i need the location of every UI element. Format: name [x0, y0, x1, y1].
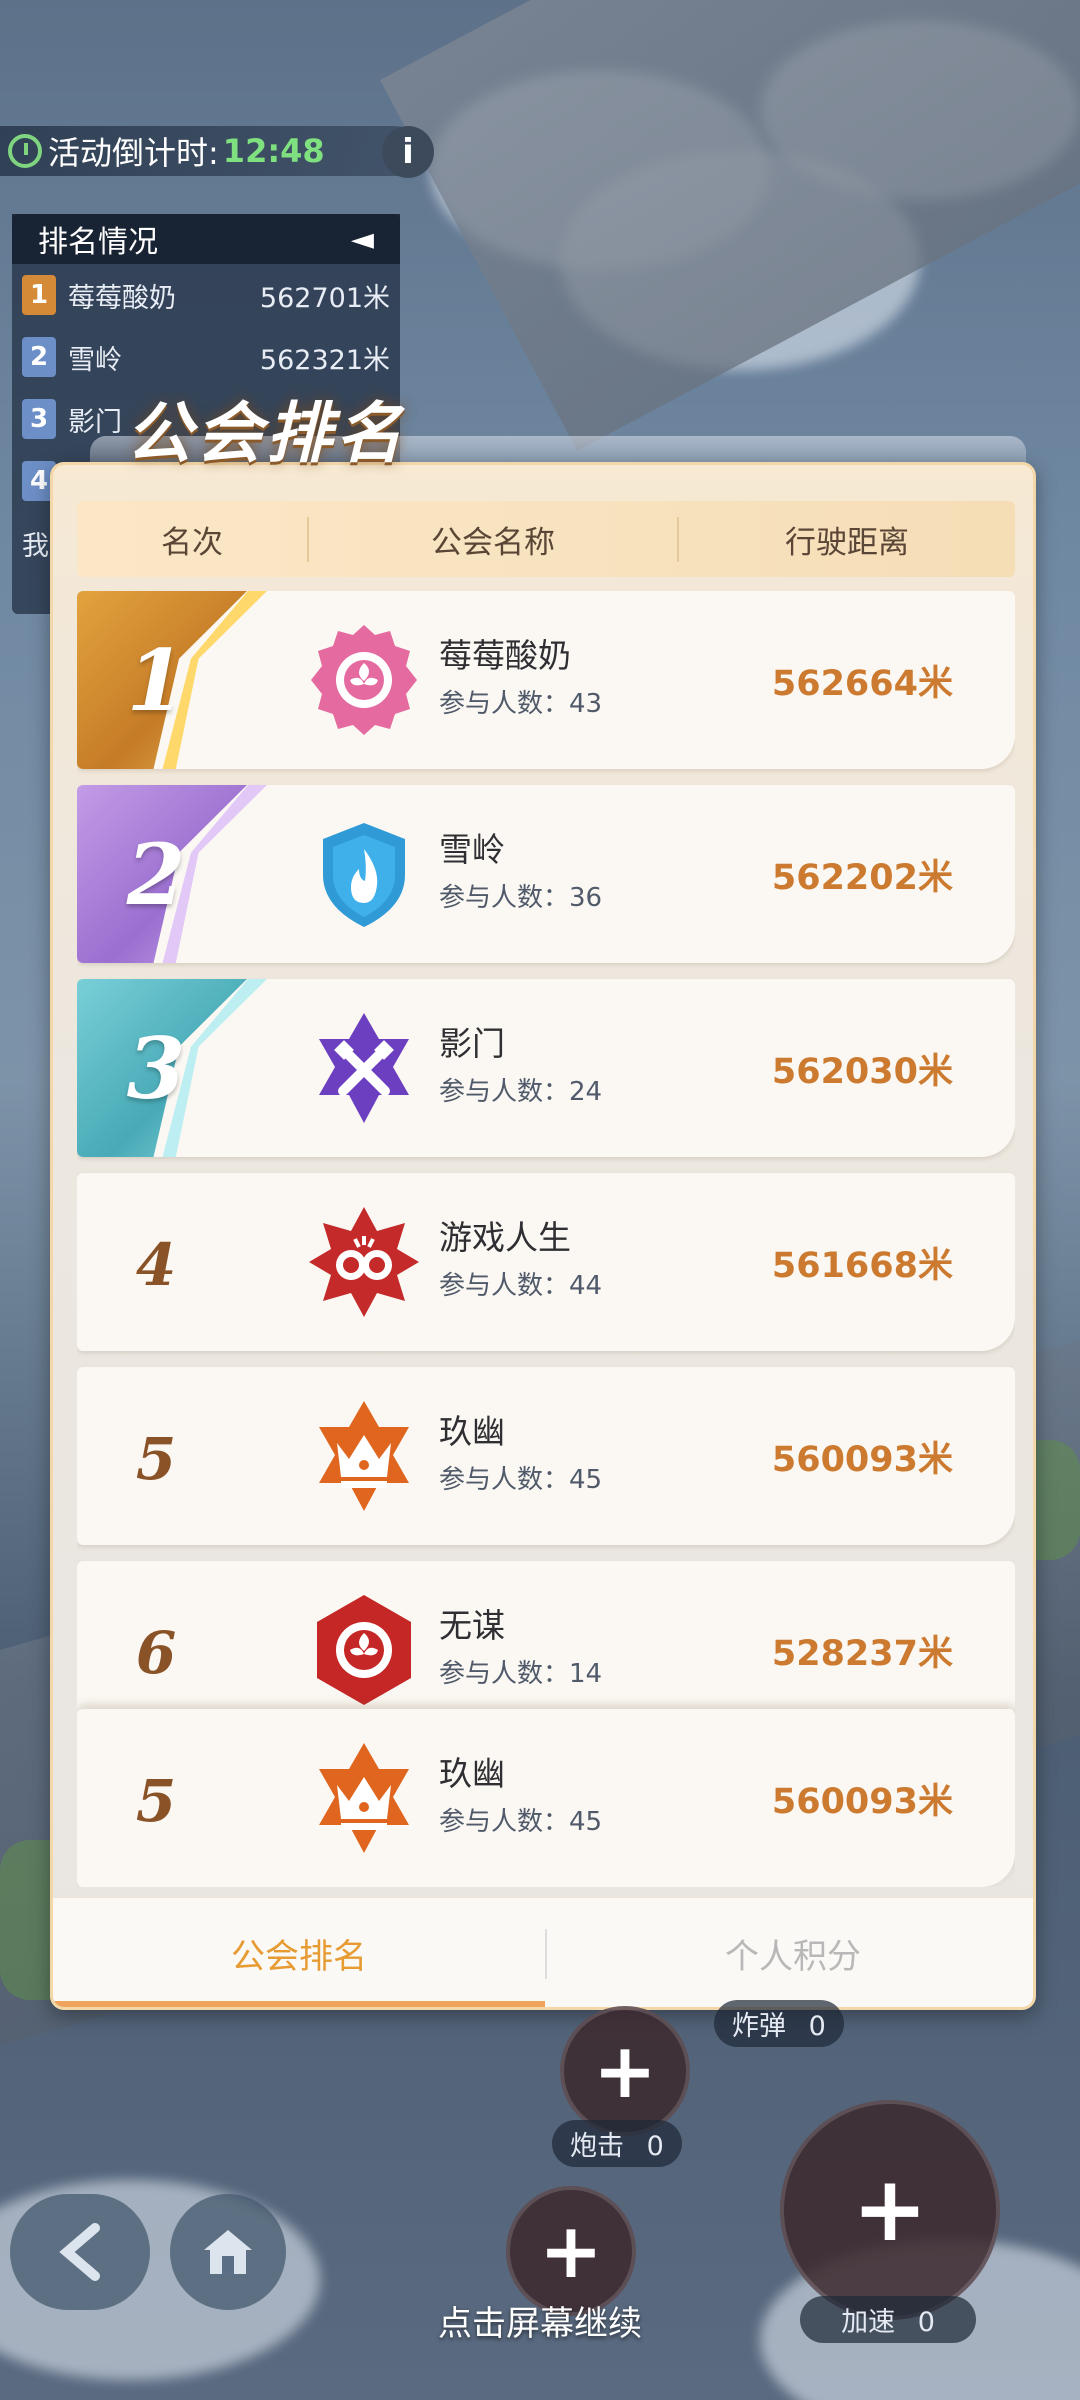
ranking-row: 3 影门 参与人数：24 562030米: [77, 979, 1015, 1157]
member-count: 参与人数：24: [439, 1077, 603, 1107]
guild-name: 无谋: [439, 1606, 505, 1645]
rank-number: 4: [135, 1231, 177, 1299]
side-ranking-header[interactable]: 排名情况 ◄: [12, 214, 400, 264]
guild-name: 雪岭: [439, 830, 505, 869]
plus-icon: +: [852, 2157, 928, 2262]
rank-badge: 2: [22, 337, 56, 377]
rose-hexagon-icon: [317, 1595, 411, 1705]
modal-title: 公会排名: [126, 395, 406, 472]
member-count: 参与人数：45: [439, 1807, 603, 1837]
timer-value: 12:48: [222, 132, 325, 170]
timer-label: 活动倒计时:: [48, 134, 219, 172]
cannon-count: 0: [646, 2131, 664, 2162]
bomb-label: 炸弹 0: [714, 2000, 844, 2047]
back-button[interactable]: [10, 2194, 150, 2310]
ranking-row: 2 雪岭 参与人数：36 562202米: [77, 785, 1015, 963]
side-ranking-row: 2 雪岭 562321米: [12, 326, 400, 388]
crown-star-icon: [319, 1743, 409, 1853]
member-count: 参与人数：43: [439, 689, 603, 719]
side-ranking-distance: 562321米: [259, 344, 390, 376]
collapse-arrow-icon[interactable]: ◄: [351, 222, 374, 257]
plus-icon: +: [593, 2026, 657, 2115]
side-ranking-name: 雪岭: [68, 344, 122, 376]
cannon-button[interactable]: +: [560, 2006, 690, 2136]
column-rank: 名次: [77, 516, 309, 562]
rose-badge-icon: [311, 625, 417, 735]
member-count: 参与人数：36: [439, 883, 603, 913]
ranking-list[interactable]: 1 莓莓酸奶 参与人数：43 562664米 2 雪岭 参与人数：36 5622…: [77, 591, 1015, 1887]
cannon-label-text: 炮击: [570, 2131, 624, 2162]
info-icon[interactable]: i: [382, 126, 434, 178]
bottom-tab-bar: 公会排名 个人积分: [53, 1897, 1033, 2007]
rank-number: 6: [135, 1619, 177, 1687]
rank-number: 3: [126, 1019, 186, 1118]
clock-icon: [8, 134, 42, 168]
tab-personal-score[interactable]: 个人积分: [547, 1898, 1033, 2007]
distance-value: 560093米: [771, 1782, 953, 1822]
guild-name: 莓莓酸奶: [439, 636, 571, 675]
side-ranking-name: 莓莓酸奶: [68, 282, 176, 314]
distance-value: 528237米: [771, 1634, 953, 1674]
home-icon: [204, 2230, 252, 2274]
member-count: 参与人数：44: [439, 1271, 603, 1301]
bomb-label-text: 炸弹: [732, 2011, 786, 2042]
rank-number: 1: [126, 631, 186, 730]
activity-timer: 活动倒计时: 12:48: [0, 126, 420, 176]
tab-guild-ranking[interactable]: 公会排名: [53, 1898, 545, 2007]
guild-name: 影门: [439, 1024, 505, 1063]
distance-value: 562202米: [771, 858, 953, 898]
plus-icon: +: [539, 2206, 603, 2295]
member-count: 参与人数：14: [439, 1659, 603, 1689]
guild-name: 游戏人生: [439, 1218, 571, 1257]
distance-value: 562030米: [771, 1052, 953, 1092]
distance-value: 562664米: [771, 664, 953, 704]
ranking-row: 4 游戏人生 参与人数：44 561668米: [77, 1173, 1015, 1351]
rank-number: 5: [135, 1767, 177, 1835]
ranking-row: 5 玖幽 参与人数：45 560093米: [77, 1367, 1015, 1545]
rank-number: 5: [135, 1425, 177, 1493]
tap-to-continue[interactable]: 点击屏幕继续: [0, 2296, 1080, 2345]
side-ranking-distance: 562701米: [259, 282, 390, 314]
member-count: 参与人数：45: [439, 1465, 603, 1495]
rank-badge: 3: [22, 399, 56, 439]
speed-button[interactable]: +: [780, 2100, 1000, 2320]
side-ranking-row: 1 莓莓酸奶 562701米: [12, 264, 400, 326]
bomb-count: 0: [808, 2011, 826, 2042]
column-distance: 行驶距离: [785, 524, 909, 561]
fist-star-icon: [309, 1207, 419, 1317]
rank-number: 2: [126, 825, 186, 924]
my-guild-row: 5 玖幽 参与人数：45 560093米: [77, 1709, 1015, 1887]
guild-name: 玖幽: [439, 1412, 505, 1451]
crown-star-icon: [319, 1401, 409, 1511]
guild-name: 玖幽: [439, 1754, 505, 1793]
distance-value: 560093米: [771, 1440, 953, 1480]
column-guild-name: 公会名称: [309, 516, 679, 562]
flame-shield-icon: [323, 823, 405, 927]
distance-value: 561668米: [771, 1246, 953, 1286]
ranking-row: 1 莓莓酸奶 参与人数：43 562664米: [77, 591, 1015, 769]
back-arrow-icon: [59, 2223, 100, 2281]
column-header: 名次 公会名称 行驶距离: [77, 501, 1015, 577]
rank-badge: 1: [22, 275, 56, 315]
side-ranking-title: 排名情况: [38, 225, 158, 260]
guild-ranking-modal: 名次 公会名称 行驶距离 1 莓莓酸奶 参与人数：43 562664米 2 雪岭…: [50, 462, 1036, 2010]
crossed-swords-star-icon: [319, 1013, 409, 1123]
home-button[interactable]: [170, 2194, 286, 2310]
cannon-label: 炮击 0: [552, 2120, 682, 2167]
